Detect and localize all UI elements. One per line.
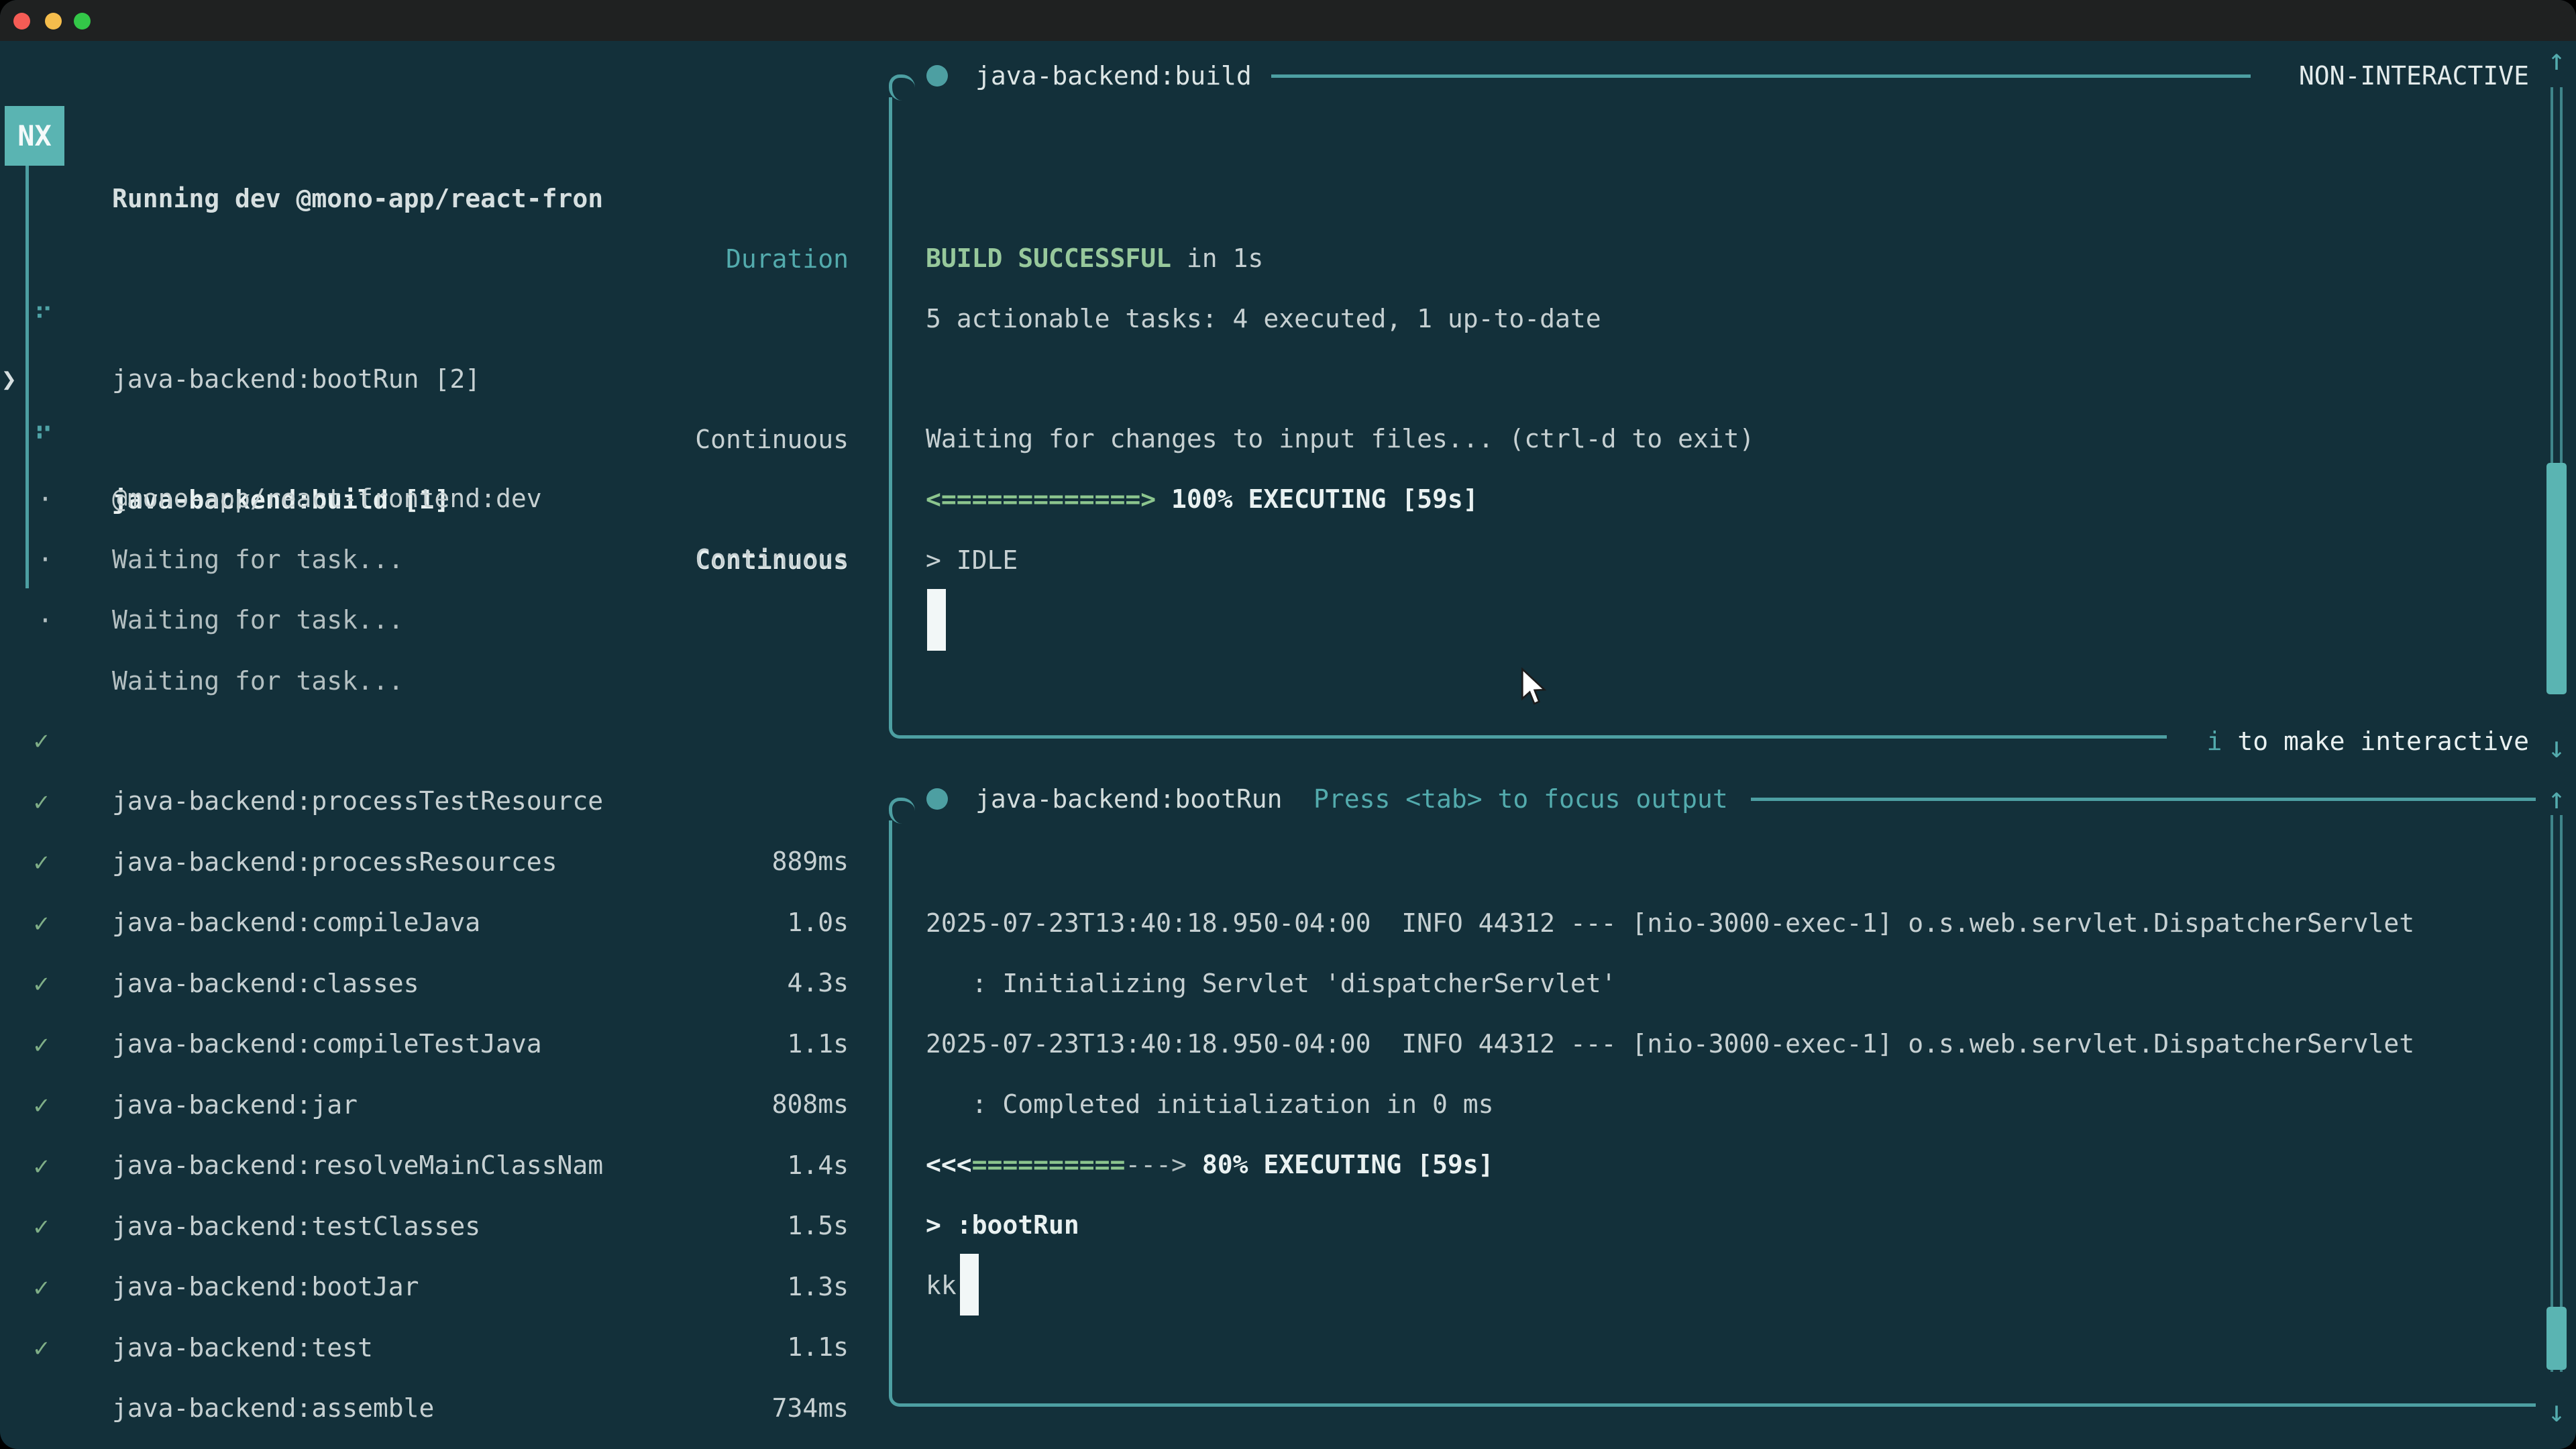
minimize-window-button[interactable] [45,13,62,30]
task-row-completed[interactable]: ✓ java-backend:testClasses 1.3s [0,1075,892,1136]
panel-border [912,735,2167,739]
pager: ← 1/2 → [17,1435,124,1449]
progress-label: 80% EXECUTING [59s] [1187,1150,1494,1179]
sidebar-header: Running dev @mono-app/react-fron Duratio… [0,108,892,168]
sidebar-title: Running dev @mono-app/react-fron [112,168,603,229]
text-cursor [927,589,946,651]
terminal-window: NX Running dev @mono-app/react-fron Dura… [0,0,2576,1449]
task-row-waiting: · Waiting for task... [0,469,892,529]
bootrun-panel-title: java-backend:bootRun [975,769,1283,829]
idle-line: > IDLE [926,530,1018,590]
task-row-build-selected[interactable]: ❯ ⠋ java-backend:build [1] Continuous [0,288,892,349]
progress-bar-remaining: ---> [1125,1150,1187,1179]
task-row-completed[interactable]: ✓ java-backend:processTestResource 889ms [0,650,892,710]
task-row-waiting: · Waiting for task... [0,530,892,590]
task-duration: 774ms [772,1438,849,1449]
log-line: 2025-07-23T13:40:18.950-04:00 INFO 44312… [926,893,2414,953]
close-window-button[interactable] [13,13,30,30]
task-row-completed[interactable]: ✓ java-backend:jar 1.4s [0,954,892,1014]
task-row-waiting: · Waiting for task... [0,409,892,469]
task-row-completed[interactable]: ✓ java-backend:compileJava 4.3s [0,771,892,832]
text-cursor [960,1254,979,1316]
stdin-input-text[interactable]: kk [926,1255,957,1316]
log-line: : Completed initialization in 0 ms [926,1074,1493,1134]
task-duration: 1.1s [787,1317,849,1377]
task-row-completed[interactable]: ✓ java-backend:test 734ms [0,1197,892,1257]
panel-border [889,820,892,1381]
task-row-completed[interactable]: ✓ java-backend:assemble 774ms [0,1257,892,1318]
zoom-window-button[interactable] [74,13,91,30]
task-row-completed[interactable]: ✓ java-backend:compileTestJava 808ms [0,893,892,953]
task-row-completed[interactable]: ✓ java-backend:classes 1.1s [0,833,892,893]
task-status-dot-icon [926,788,948,810]
scroll-up-icon[interactable]: ↑ [2541,30,2572,91]
task-row-completed[interactable]: ✓ java-backend:processResources 1.0s [0,711,892,771]
progress-label: 100% EXECUTING [59s] [1156,484,1478,514]
task-name: java-backend:test [112,1318,373,1378]
task-row-completed[interactable]: ✓ java-backend:bootJar 1.1s [0,1136,892,1196]
command-line: > :bootRun [926,1195,1079,1255]
build-successful-text: BUILD SUCCESSFUL [926,244,1171,273]
panel-border [889,798,915,824]
progress-prefix: <<< [926,1150,972,1179]
screen: NX Running dev @mono-app/react-fron Dura… [0,0,2576,1449]
panel-border [889,74,915,101]
panel-border [1271,74,2251,78]
log-line: : Initializing Servlet 'dispatcherServle… [926,953,1617,1014]
build-time-text: in 1s [1171,244,1263,273]
build-status-line: BUILD SUCCESSFUL in 1s [926,228,1263,288]
sidebar-footer: ← 1/2 → quit: q help: ? [0,1375,892,1435]
gradle-progress-line: <<<==========---> 80% EXECUTING [59s] [926,1134,1494,1195]
task-status-dot-icon [926,65,948,87]
scrollbar-thumb[interactable] [2546,463,2567,694]
check-icon: ✓ [34,1318,63,1378]
task-row-frontend-dev[interactable]: ⠋ @mono-app/react-frontend:dev Continuou… [0,347,892,408]
progress-bar-filled: ========== [972,1150,1126,1179]
interactive-hint: i to make interactive [2207,711,2529,771]
focus-output-hint: Press <tab> to focus output [1313,769,1728,829]
scrollbar-track[interactable] [2551,815,2563,1372]
build-panel-title: java-backend:build [975,46,1252,106]
window-titlebar [0,0,2576,41]
panel-border [912,1403,2536,1407]
task-row-bootrun[interactable]: ⠋ java-backend:bootRun [2] Continuous [0,228,892,288]
scroll-down-icon[interactable]: ↓ [2541,1382,2572,1442]
interactive-hint-text: to make interactive [2222,727,2529,756]
log-line: 2025-07-23T13:40:18.950-04:00 INFO 44312… [926,1014,2414,1074]
interactive-hint-key: i [2207,727,2222,756]
mode-badge: NON-INTERACTIVE [2299,46,2529,106]
mouse-cursor [1517,667,1550,715]
progress-bar: <=============> [926,484,1156,514]
task-row-completed[interactable]: ✓ java-backend:resolveMainClassNam 1.5s [0,1014,892,1075]
waiting-for-changes-line: Waiting for changes to input files... (c… [926,409,1754,469]
tasks-summary-line: 5 actionable tasks: 4 executed, 1 up-to-… [926,288,1601,349]
panel-border [1751,798,2536,801]
waiting-dot-icon: · [38,590,67,651]
panel-border [889,97,892,712]
task-name: Waiting for task... [112,590,404,650]
scrollbar-thumb[interactable] [2546,1307,2567,1370]
gradle-progress-line: <=============> 100% EXECUTING [59s] [926,469,1479,529]
